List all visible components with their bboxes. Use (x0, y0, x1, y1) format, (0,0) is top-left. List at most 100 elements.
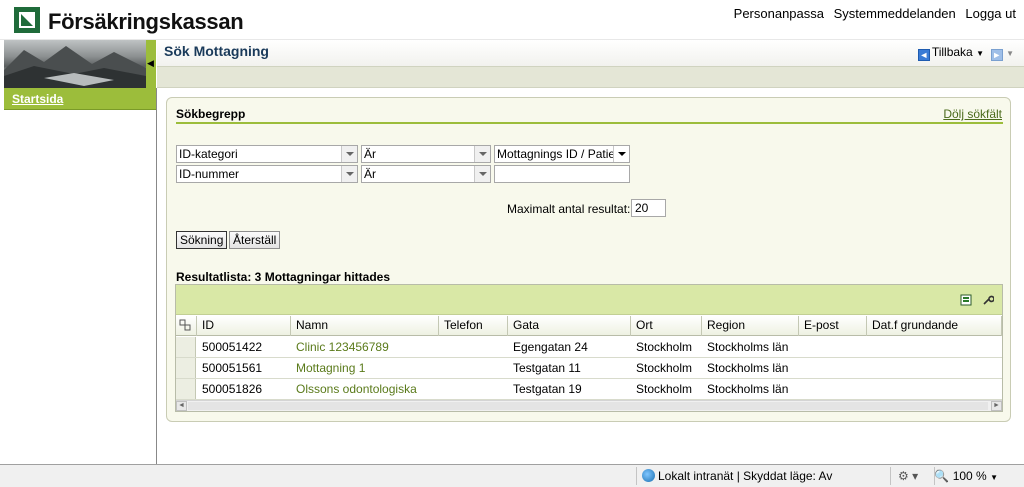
table-row[interactable]: 500051561 Mottagning 1 Testgatan 11 Stoc… (176, 358, 1002, 379)
criteria-value-1: Mottagnings ID / Patie (497, 147, 616, 161)
scroll-thumb[interactable] (188, 402, 988, 410)
cell-ort: Stockholm (636, 340, 693, 354)
app-header: Försäkringskassan Personanpassa Systemme… (0, 0, 1024, 40)
cell-namn-link[interactable]: Mottagning 1 (291, 358, 439, 378)
cell-ort: Stockholm (636, 361, 693, 375)
zoom-dropdown-icon: ▼ (990, 473, 998, 482)
forward-dropdown-icon: ▼ (1006, 49, 1014, 58)
cell-gata: Egengatan 24 (513, 340, 588, 354)
chevron-down-icon (341, 166, 357, 182)
logo-text: Försäkringskassan (48, 9, 244, 34)
column-header-epost[interactable]: E-post (799, 316, 867, 336)
cell-gata: Testgatan 19 (513, 382, 582, 396)
cell-namn-link[interactable]: Olssons odontologiska (291, 379, 439, 399)
column-header-namn[interactable]: Namn (291, 316, 439, 336)
wrench-icon[interactable] (982, 294, 994, 306)
zoom-level: 100 % (952, 469, 987, 483)
row-selector[interactable] (176, 337, 196, 357)
cell-namn-link[interactable]: Clinic 123456789 (291, 337, 439, 357)
cell-ort: Stockholm (636, 382, 693, 396)
column-chooser-icon[interactable] (176, 316, 197, 336)
sidebar-collapse-toggle[interactable]: ◀ (146, 40, 156, 88)
column-header-telefon[interactable]: Telefon (439, 316, 508, 336)
section-divider (176, 122, 1003, 124)
systemmeddelanden-link[interactable]: Systemmeddelanden (834, 6, 956, 21)
magnifier-icon: 🔍 (934, 469, 950, 483)
chevron-down-icon (474, 166, 490, 182)
globe-icon (642, 469, 655, 482)
criteria-field-select-1[interactable]: ID-kategori (176, 145, 358, 163)
forward-button[interactable]: ► ▼ (990, 45, 1014, 61)
cell-telefon (439, 358, 508, 378)
chevron-down-icon (474, 146, 490, 162)
table-row[interactable]: 500051826 Olssons odontologiska Testgata… (176, 379, 1002, 400)
back-arrow-icon: ◄ (917, 49, 930, 61)
cell-id: 500051826 (202, 382, 263, 396)
search-panel: Sökbegrepp Dölj sökfält ID-kategori Är M… (166, 97, 1011, 422)
title-subbar (157, 66, 1024, 88)
back-dropdown-icon: ▼ (976, 49, 984, 58)
protected-mode-icon[interactable]: ⚙ ▾ (898, 469, 918, 483)
export-icon[interactable] (960, 294, 972, 306)
cell-gata: Testgatan 11 (513, 361, 581, 375)
row-selector[interactable] (176, 379, 196, 399)
cell-region: Stockholms län (707, 382, 789, 396)
statusbar-divider (636, 467, 637, 485)
criteria-field-select-2[interactable]: ID-nummer (176, 165, 358, 183)
page-titlebar: Sök Mottagning ◄ Tillbaka ▼ ► ▼ (157, 40, 1024, 66)
forward-arrow-icon: ► (990, 49, 1003, 61)
criteria-field-value-1: ID-kategori (179, 147, 238, 161)
cell-region: Stockholms län (707, 340, 789, 354)
column-header-id[interactable]: ID (197, 316, 291, 336)
cell-epost (799, 358, 867, 378)
results-grid: ID Namn Telefon Gata Ort Region E-post D… (175, 284, 1003, 412)
column-header-ort[interactable]: Ort (631, 316, 702, 336)
criteria-operator-value-1: Är (364, 147, 376, 161)
sidebar-item-startsida[interactable]: Startsida (4, 88, 156, 110)
table-row[interactable]: 500051422 Clinic 123456789 Egengatan 24 … (176, 337, 1002, 358)
cell-telefon (439, 379, 508, 399)
page-title: Sök Mottagning (164, 43, 269, 59)
search-section-title: Sökbegrepp (176, 107, 246, 121)
zoom-control[interactable]: 🔍 100 % ▼ (934, 469, 998, 483)
criteria-operator-select-2[interactable]: Är (361, 165, 491, 183)
max-results-label: Maximalt antal resultat: (507, 202, 631, 216)
scroll-left-icon[interactable]: ◄ (176, 401, 187, 411)
row-selector[interactable] (176, 358, 196, 378)
cell-epost (799, 379, 867, 399)
cell-telefon (439, 337, 508, 357)
criteria-operator-value-2: Är (364, 167, 376, 181)
criteria-value-select-1[interactable]: Mottagnings ID / Patie (494, 145, 630, 163)
reset-button[interactable]: Återställ (229, 231, 281, 249)
back-button[interactable]: ◄ Tillbaka ▼ (917, 45, 984, 61)
cell-datf-grundande (867, 358, 1002, 378)
collapse-arrow-icon: ◀ (147, 58, 154, 68)
personanpassa-link[interactable]: Personanpassa (734, 6, 824, 21)
criteria-field-value-2: ID-nummer (179, 167, 240, 181)
cell-epost (799, 337, 867, 357)
criteria-operator-select-1[interactable]: Är (361, 145, 491, 163)
column-header-gata[interactable]: Gata (508, 316, 631, 336)
chevron-down-icon (613, 146, 629, 162)
search-button[interactable]: Sökning (176, 231, 228, 249)
hide-search-link[interactable]: Dölj sökfält (943, 107, 1002, 121)
landscape-banner (4, 40, 146, 88)
grid-toolbar (176, 285, 1002, 315)
sidebar: Startsida (4, 88, 157, 464)
grid-header: ID Namn Telefon Gata Ort Region E-post D… (176, 316, 1002, 336)
max-results-input[interactable]: 20 (631, 199, 666, 217)
browser-statusbar: Lokalt intranät | Skyddat läge: Av ⚙ ▾ 🔍… (0, 464, 1024, 487)
id-number-input[interactable] (494, 165, 630, 183)
column-header-region[interactable]: Region (702, 316, 799, 336)
statusbar-divider (890, 467, 891, 485)
security-zone[interactable]: Lokalt intranät | Skyddat läge: Av (642, 469, 832, 483)
column-header-datf-grundande[interactable]: Dat.f grundande (867, 316, 1002, 336)
horizontal-scrollbar[interactable]: ◄ ► (176, 400, 1002, 411)
scroll-right-icon[interactable]: ► (991, 401, 1002, 411)
result-summary: Resultatlista: 3 Mottagningar hittades (176, 270, 391, 284)
cell-region: Stockholms län (707, 361, 789, 375)
logo-icon (14, 7, 40, 33)
chevron-down-icon (341, 146, 357, 162)
cell-datf-grundande (867, 379, 1002, 399)
logga-ut-link[interactable]: Logga ut (965, 6, 1016, 21)
